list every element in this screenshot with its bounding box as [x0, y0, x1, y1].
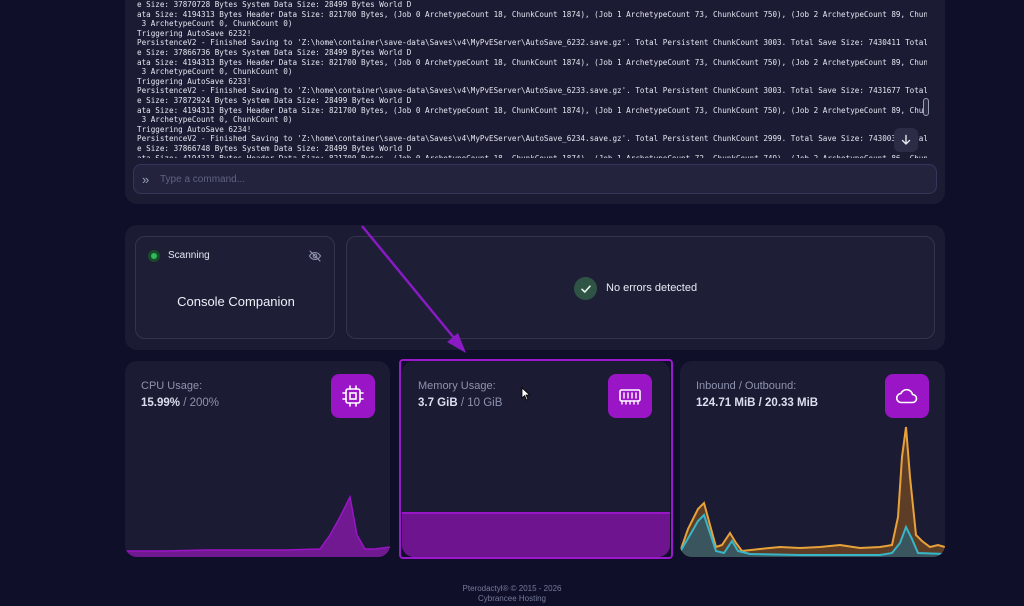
memory-usage-current: 3.7 GiB	[418, 397, 458, 409]
double-chevron-right-icon: »	[142, 171, 150, 187]
cpu-usage-value: 15.99% / 200%	[141, 397, 219, 409]
console-line: e Size: 37870728 Bytes System Data Size:…	[137, 0, 412, 9]
check-icon	[574, 277, 597, 300]
console-line: e Size: 37866748 Bytes System Data Size:…	[137, 143, 412, 153]
mouse-cursor-icon	[521, 387, 531, 401]
network-usage-label: Inbound / Outbound:	[696, 380, 797, 392]
console-line: ata Size: 4194313 Bytes Header Data Size…	[137, 9, 927, 19]
arrow-down-icon	[901, 134, 911, 145]
cloud-icon	[885, 374, 929, 418]
cpu-usage-chart	[125, 494, 390, 557]
network-usage-card: Inbound / Outbound: 124.71 MiB / 20.33 M…	[680, 361, 945, 557]
memory-usage-card: Memory Usage: 3.7 GiB / 10 GiB	[402, 361, 670, 557]
footer-copyright: Pterodactyl® © 2015 - 2026	[462, 584, 562, 593]
console-line: ata Size: 4194313 Bytes Header Data Size…	[137, 153, 927, 159]
console-line: ata Size: 4194313 Bytes Header Data Size…	[137, 57, 927, 67]
memory-usage-label: Memory Usage:	[418, 380, 496, 392]
scan-card: Scanning Console Companion	[135, 236, 335, 339]
console-line: e Size: 37866736 Bytes System Data Size:…	[137, 47, 412, 57]
command-bar[interactable]: »	[133, 164, 937, 194]
memory-usage-fill	[402, 513, 670, 557]
console-line: PersistenceV2 - Finished Saving to 'Z:\h…	[137, 134, 927, 144]
console-line: PersistenceV2 - Finished Saving to 'Z:\h…	[137, 86, 927, 96]
console-line: ata Size: 4194313 Bytes Header Data Size…	[137, 105, 927, 115]
console-line: Triggering AutoSave 6233!	[137, 76, 252, 86]
footer: Pterodactyl® © 2015 - 2026 Cybrancee Hos…	[0, 584, 1024, 604]
cpu-usage-limit: / 200%	[183, 397, 220, 409]
console-output[interactable]: e Size: 37870728 Bytes System Data Size:…	[137, 0, 927, 158]
errors-card: No errors detected	[346, 236, 935, 339]
cpu-usage-current: 15.99%	[141, 397, 181, 409]
cpu-usage-label: CPU Usage:	[141, 380, 203, 392]
network-usage-chart	[680, 426, 945, 557]
companion-title: Console Companion	[177, 294, 295, 309]
console-companion-panel: Scanning Console Companion No errors det…	[125, 225, 945, 350]
console-line: 3 ArchetypeCount 0, ChunkCount 0)	[137, 115, 293, 125]
cpu-chip-icon	[331, 374, 375, 418]
memory-usage-value: 3.7 GiB / 10 GiB	[418, 397, 502, 409]
status-indicator	[148, 250, 160, 262]
console-line: 3 ArchetypeCount 0, ChunkCount 0)	[137, 67, 293, 77]
memory-usage-limit: / 10 GiB	[460, 397, 503, 409]
eye-off-icon[interactable]	[308, 249, 322, 263]
console-line: e Size: 37872924 Bytes System Data Size:…	[137, 95, 412, 105]
memory-usage-chart	[402, 512, 670, 557]
console-panel: e Size: 37870728 Bytes System Data Size:…	[125, 0, 945, 204]
scan-status: Scanning	[168, 250, 210, 261]
scroll-to-bottom-button[interactable]	[894, 128, 918, 152]
console-line: PersistenceV2 - Finished Saving to 'Z:\h…	[137, 38, 927, 48]
network-usage-value: 124.71 MiB / 20.33 MiB	[696, 397, 819, 409]
console-line: 3 ArchetypeCount 0, ChunkCount 0)	[137, 19, 293, 29]
cpu-usage-card: CPU Usage: 15.99% / 200%	[125, 361, 390, 557]
command-input[interactable]	[160, 173, 860, 185]
errors-message: No errors detected	[606, 282, 698, 294]
console-line: Triggering AutoSave 6234!	[137, 124, 252, 134]
console-scrollbar[interactable]	[923, 98, 929, 116]
memory-module-icon	[608, 374, 652, 418]
console-line: Triggering AutoSave 6232!	[137, 28, 252, 38]
footer-hosting: Cybrancee Hosting	[477, 594, 547, 603]
